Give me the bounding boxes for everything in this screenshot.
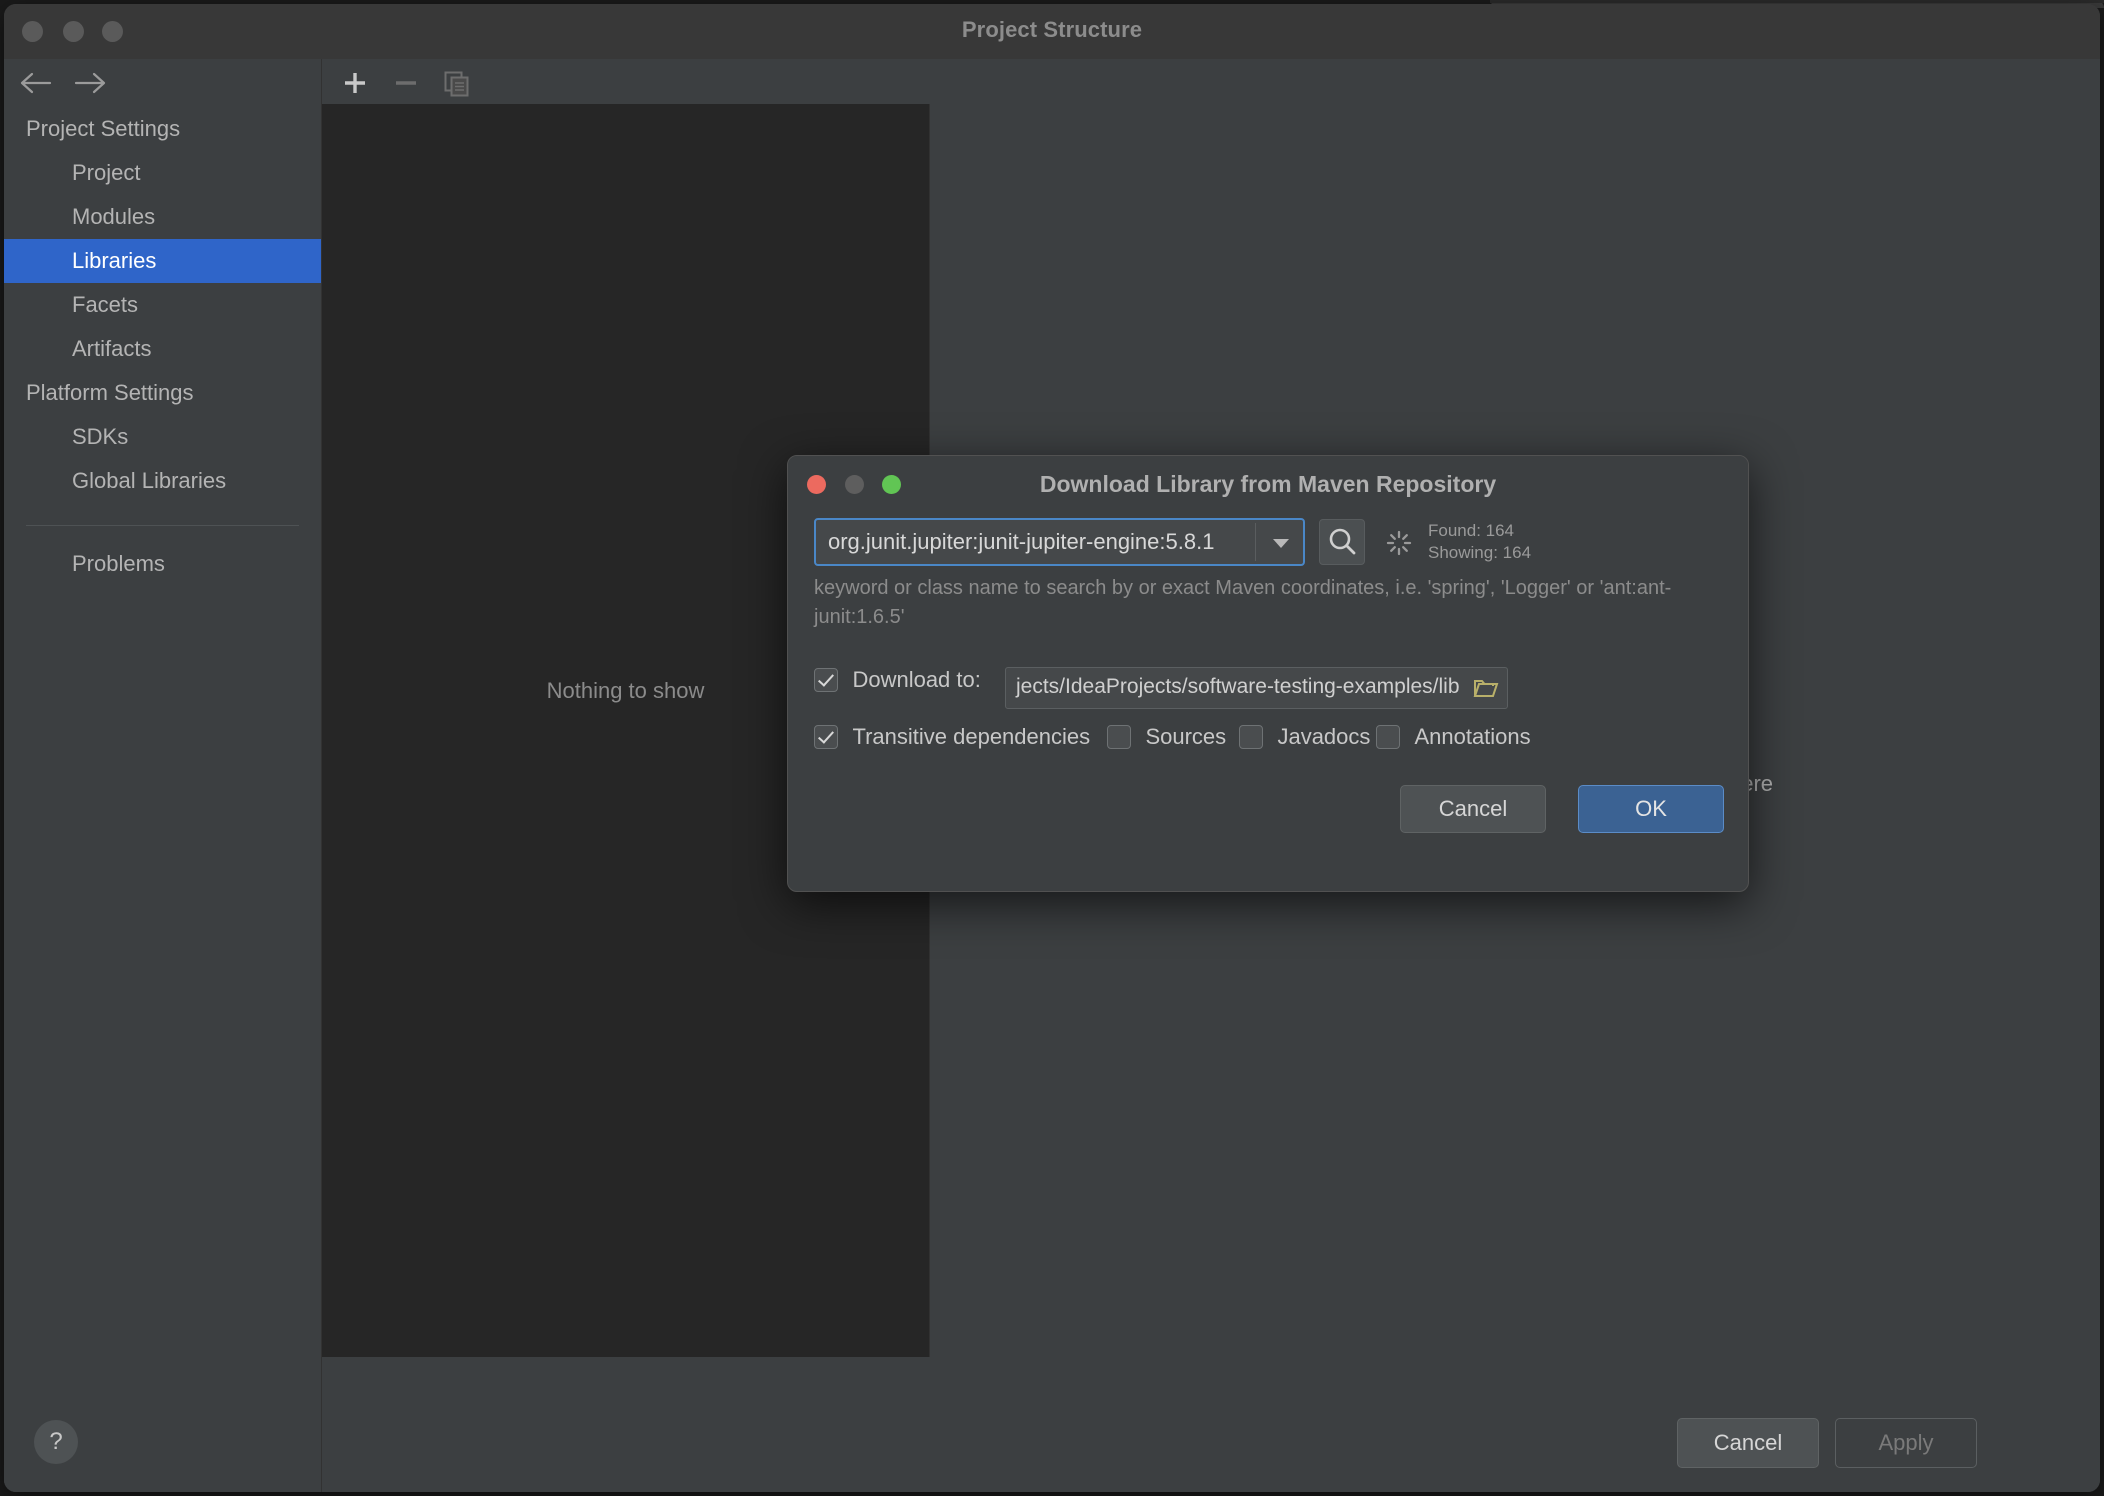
search-icon (1320, 520, 1364, 564)
sidebar-item-problems[interactable]: Problems (4, 542, 321, 586)
download-options-row: Transitive dependencies Sources Javadocs… (814, 724, 1734, 758)
showing-count: Showing: 164 (1428, 542, 1531, 564)
sources-checkbox[interactable] (1107, 725, 1131, 749)
dialog-titlebar: Download Library from Maven Repository (788, 456, 1748, 512)
copy-icon (440, 67, 474, 99)
minus-icon (389, 67, 423, 99)
option-annotations[interactable]: Annotations (1376, 724, 1531, 750)
libraries-toolbar (321, 59, 2100, 107)
maven-coordinates-combobox[interactable]: org.junit.jupiter:junit-jupiter-engine:5… (814, 518, 1305, 566)
help-button[interactable]: ? (34, 1420, 78, 1464)
annotations-label: Annotations (1414, 724, 1530, 750)
sidebar-item-project[interactable]: Project (4, 151, 321, 195)
sidebar-item-facets[interactable]: Facets (4, 283, 321, 327)
arrow-left-icon[interactable] (18, 69, 56, 97)
download-library-dialog: Download Library from Maven Repository o… (787, 455, 1749, 892)
search-hint-text: keyword or class name to search by or ex… (814, 574, 1714, 632)
page-title: Project Structure (4, 17, 2100, 43)
option-sources[interactable]: Sources (1107, 724, 1226, 750)
download-to-row: Download to: jects/IdeaProjects/software… (814, 667, 1724, 711)
download-to-checkbox[interactable] (814, 668, 838, 692)
background-window-edge (1490, 0, 2104, 3)
loading-spinner-icon (1385, 529, 1413, 557)
plus-icon[interactable] (338, 67, 372, 99)
apply-button: Apply (1835, 1418, 1977, 1468)
sidebar-group-platform-settings: Platform Settings (4, 371, 321, 415)
transitive-dependencies-checkbox[interactable] (814, 725, 838, 749)
search-input[interactable]: org.junit.jupiter:junit-jupiter-engine:5… (828, 529, 1214, 555)
download-to-label: Download to: (852, 667, 980, 693)
search-button[interactable] (1319, 519, 1365, 565)
dialog-title: Download Library from Maven Repository (788, 471, 1748, 498)
combobox-separator (1255, 523, 1256, 561)
sidebar-item-artifacts[interactable]: Artifacts (4, 327, 321, 371)
window-bottom-bar: ? Cancel Apply OK (4, 1396, 2100, 1492)
found-count: Found: 164 (1428, 520, 1531, 542)
sidebar-item-sdks[interactable]: SDKs (4, 415, 321, 459)
sidebar-nav-toolbar (4, 59, 321, 107)
search-row: org.junit.jupiter:junit-jupiter-engine:5… (814, 518, 1724, 568)
sources-label: Sources (1145, 724, 1226, 750)
dialog-ok-button[interactable]: OK (1578, 785, 1724, 833)
sidebar-item-libraries[interactable]: Libraries (4, 239, 321, 283)
download-path-value[interactable]: jects/IdeaProjects/software-testing-exam… (1016, 675, 1460, 699)
javadocs-label: Javadocs (1277, 724, 1370, 750)
sidebar-item-global-libraries[interactable]: Global Libraries (4, 459, 321, 503)
sidebar: Project Settings Project Modules Librari… (4, 59, 322, 1492)
sidebar-group-project-settings: Project Settings (4, 107, 321, 151)
javadocs-checkbox[interactable] (1239, 725, 1263, 749)
cancel-button[interactable]: Cancel (1677, 1418, 1819, 1468)
folder-icon[interactable] (1473, 677, 1499, 699)
sidebar-nav-list: Project Settings Project Modules Librari… (4, 107, 321, 586)
dialog-cancel-button[interactable]: Cancel (1400, 785, 1546, 833)
annotations-checkbox[interactable] (1376, 725, 1400, 749)
dialog-buttons: Cancel OK (788, 785, 1748, 845)
sidebar-item-modules[interactable]: Modules (4, 195, 321, 239)
window-titlebar: Project Structure (4, 4, 2100, 60)
chevron-down-icon[interactable] (1273, 539, 1289, 548)
transitive-dependencies-label: Transitive dependencies (852, 724, 1090, 750)
option-javadocs[interactable]: Javadocs (1239, 724, 1370, 750)
sidebar-divider (26, 525, 299, 526)
download-path-field[interactable]: jects/IdeaProjects/software-testing-exam… (1005, 667, 1508, 709)
option-transitive-dependencies[interactable]: Transitive dependencies (814, 724, 1090, 750)
arrow-right-icon[interactable] (70, 69, 108, 97)
search-counts: Found: 164 Showing: 164 (1428, 520, 1531, 564)
